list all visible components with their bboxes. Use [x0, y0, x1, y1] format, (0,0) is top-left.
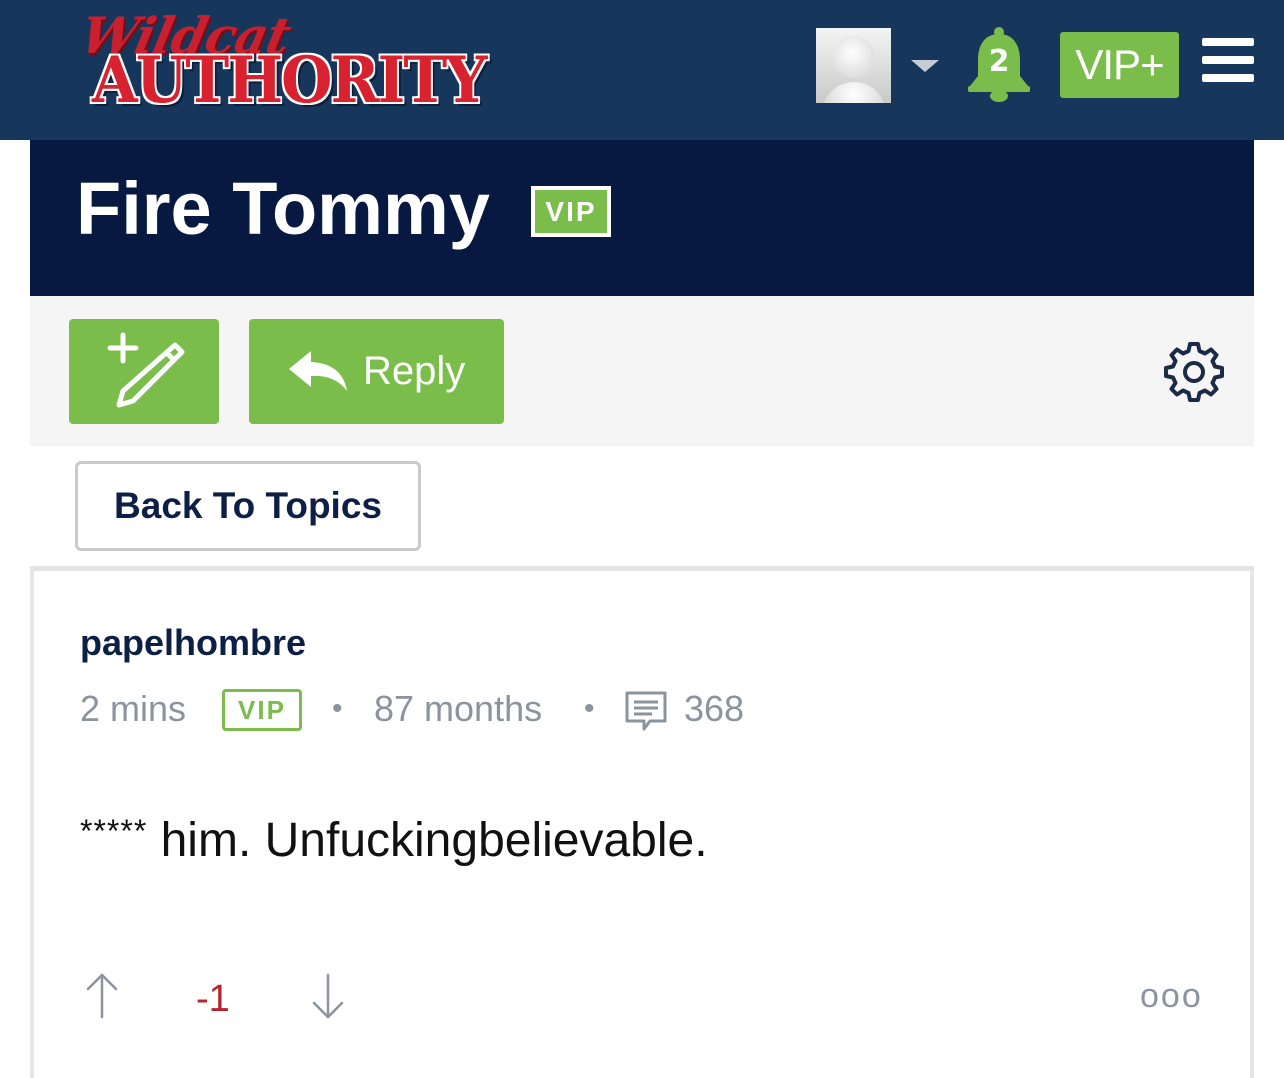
user-post-count: 368	[684, 688, 745, 729]
topic-vip-badge: VIP	[531, 186, 611, 237]
gear-icon[interactable]	[1162, 340, 1226, 404]
post-body: ***** him. Unfuckingbelievable.	[80, 803, 708, 869]
page-title: Fire Tommy	[76, 167, 490, 250]
reply-arrow-icon	[289, 351, 347, 391]
topic-toolbar: Reply	[30, 296, 1254, 446]
post-meta: 2 mins VIP • 87 months • 368	[80, 687, 880, 731]
post-body-text: him. Unfuckingbelievable.	[147, 814, 708, 867]
notification-count: 2	[988, 44, 1010, 79]
reply-label: Reply	[363, 349, 466, 393]
post-card: papelhombre 2 mins VIP • 87 months • 368…	[30, 571, 1254, 1078]
post-time: 2 mins	[80, 688, 187, 729]
back-to-topics-button[interactable]: Back To Topics	[75, 461, 421, 551]
meta-separator-dot: •	[584, 692, 595, 725]
comment-icon	[625, 691, 667, 731]
top-navigation-bar: Wildcat AUTHORITY 2 VIP+	[0, 0, 1284, 140]
topic-title-banner: Fire Tommy VIP	[30, 140, 1254, 296]
logo-main-text: AUTHORITY	[92, 43, 487, 118]
post-username[interactable]: papelhombre	[80, 621, 306, 665]
new-topic-button[interactable]	[69, 319, 219, 424]
hamburger-menu-icon[interactable]	[1202, 38, 1254, 82]
vip-plus-button[interactable]: VIP+	[1060, 32, 1179, 98]
notifications-button[interactable]: 2	[964, 26, 1034, 104]
avatar-head	[833, 36, 875, 78]
new-topic-pencil-icon	[107, 332, 185, 408]
more-options-icon[interactable]: ooo	[1140, 979, 1203, 1013]
avatar-body	[822, 82, 886, 103]
user-avatar[interactable]	[816, 28, 891, 103]
caret-down-icon[interactable]	[911, 60, 939, 72]
user-tenure: 87 months	[374, 688, 543, 729]
arrow-up-icon[interactable]	[84, 971, 120, 1021]
censored-word: *****	[80, 813, 148, 849]
user-vip-badge: VIP	[222, 689, 302, 731]
post-score: -1	[196, 978, 230, 1020]
arrow-down-icon[interactable]	[310, 971, 346, 1021]
reply-button[interactable]: Reply	[249, 319, 504, 424]
meta-separator-dot: •	[332, 692, 343, 725]
site-logo[interactable]: Wildcat AUTHORITY	[76, 6, 518, 118]
